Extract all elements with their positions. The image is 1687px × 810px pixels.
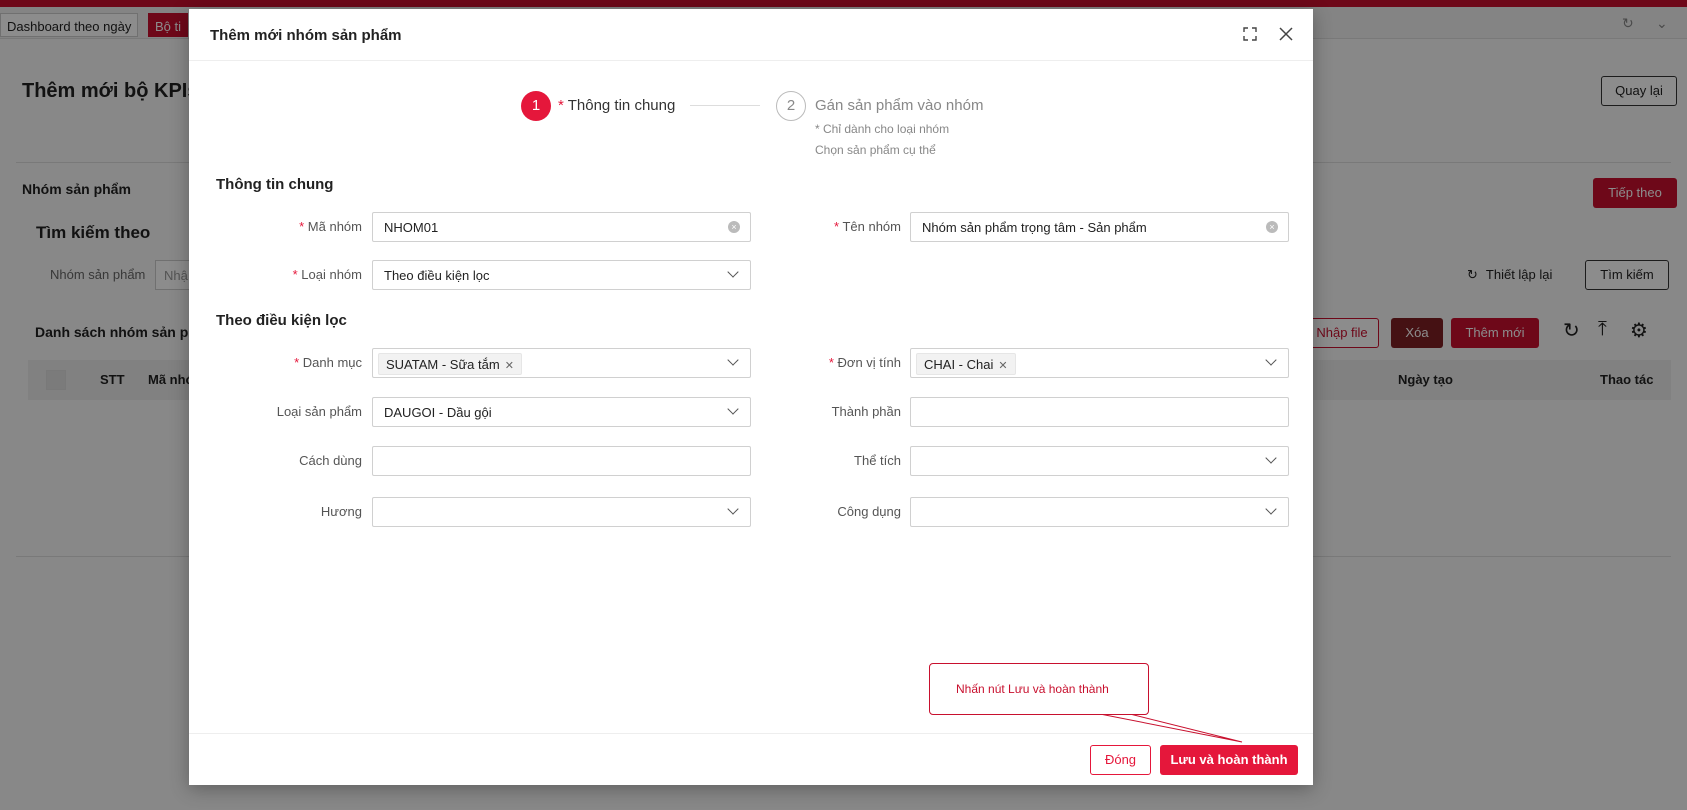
section-filter-title: Theo điều kiện lọc: [216, 312, 347, 329]
modal-title: Thêm mới nhóm sản phẩm: [210, 27, 402, 44]
the-tich-label: Thể tích: [854, 453, 901, 468]
ma-nhom-label: * Mã nhóm: [299, 219, 362, 234]
modal-footer: Đóng Lưu và hoàn thành: [189, 733, 1313, 785]
huong-select[interactable]: [372, 497, 751, 527]
loai-nhom-select[interactable]: Theo điều kiện lọc: [372, 260, 751, 290]
save-and-complete-button[interactable]: Lưu và hoàn thành: [1160, 745, 1298, 775]
chevron-down-icon: [1264, 504, 1278, 518]
step-connector: [690, 105, 760, 106]
loai-nhom-label: * Loại nhóm: [292, 267, 362, 282]
cach-dung-input[interactable]: [372, 446, 751, 476]
chevron-down-icon: [1264, 453, 1278, 467]
don-vi-tinh-select[interactable]: CHAI - Chai ✕: [910, 348, 1289, 378]
chevron-down-icon: [726, 267, 740, 281]
cach-dung-label: Cách dùng: [299, 453, 362, 468]
selected-tag: CHAI - Chai ✕: [916, 353, 1016, 375]
thanh-phan-input[interactable]: [910, 397, 1289, 427]
ten-nhom-label: * Tên nhóm: [834, 219, 901, 234]
selected-tag: SUATAM - Sữa tắm ✕: [378, 353, 522, 375]
close-icon[interactable]: [1275, 23, 1297, 45]
chevron-down-icon: [726, 404, 740, 418]
huong-label: Hương: [320, 504, 362, 519]
don-vi-tinh-label: * Đơn vị tính: [828, 355, 901, 370]
ma-nhom-input[interactable]: NHOM01 ×: [372, 212, 751, 242]
step-2-title: Gán sản phẩm vào nhóm: [815, 97, 984, 114]
the-tich-select[interactable]: [910, 446, 1289, 476]
clear-icon[interactable]: ×: [728, 221, 740, 233]
clear-icon[interactable]: ×: [1266, 221, 1278, 233]
remove-tag-icon[interactable]: ✕: [505, 360, 514, 372]
danh-muc-select[interactable]: SUATAM - Sữa tắm ✕: [372, 348, 751, 378]
cong-dung-select[interactable]: [910, 497, 1289, 527]
step-2-desc: * Chỉ dành cho loại nhóm: [815, 122, 950, 136]
loai-san-pham-select[interactable]: DAUGOI - Dầu gội: [372, 397, 751, 427]
chevron-down-icon: [726, 355, 740, 369]
loai-san-pham-label: Loại sản phẩm: [276, 404, 362, 419]
step-2-indicator: 2: [776, 91, 806, 121]
step-1-title: * Thông tin chung: [558, 97, 676, 114]
danh-muc-label: * Danh mục: [294, 355, 362, 370]
instruction-callout: Nhấn nút Lưu và hoàn thành: [929, 663, 1149, 715]
step-2-desc: Chọn sản phẩm cụ thể: [815, 143, 936, 157]
close-button[interactable]: Đóng: [1090, 745, 1151, 775]
remove-tag-icon[interactable]: ✕: [998, 360, 1007, 372]
chevron-down-icon: [726, 504, 740, 518]
chevron-down-icon: [1264, 355, 1278, 369]
cong-dung-label: Công dụng: [837, 504, 901, 519]
modal-header: Thêm mới nhóm sản phẩm: [189, 9, 1313, 61]
maximize-icon[interactable]: [1239, 23, 1261, 45]
ten-nhom-input[interactable]: Nhóm sản phẩm trọng tâm - Sản phẩm ×: [910, 212, 1289, 242]
step-1-indicator: 1: [521, 91, 551, 121]
section-general-title: Thông tin chung: [216, 176, 334, 193]
thanh-phan-label: Thành phần: [831, 404, 901, 419]
